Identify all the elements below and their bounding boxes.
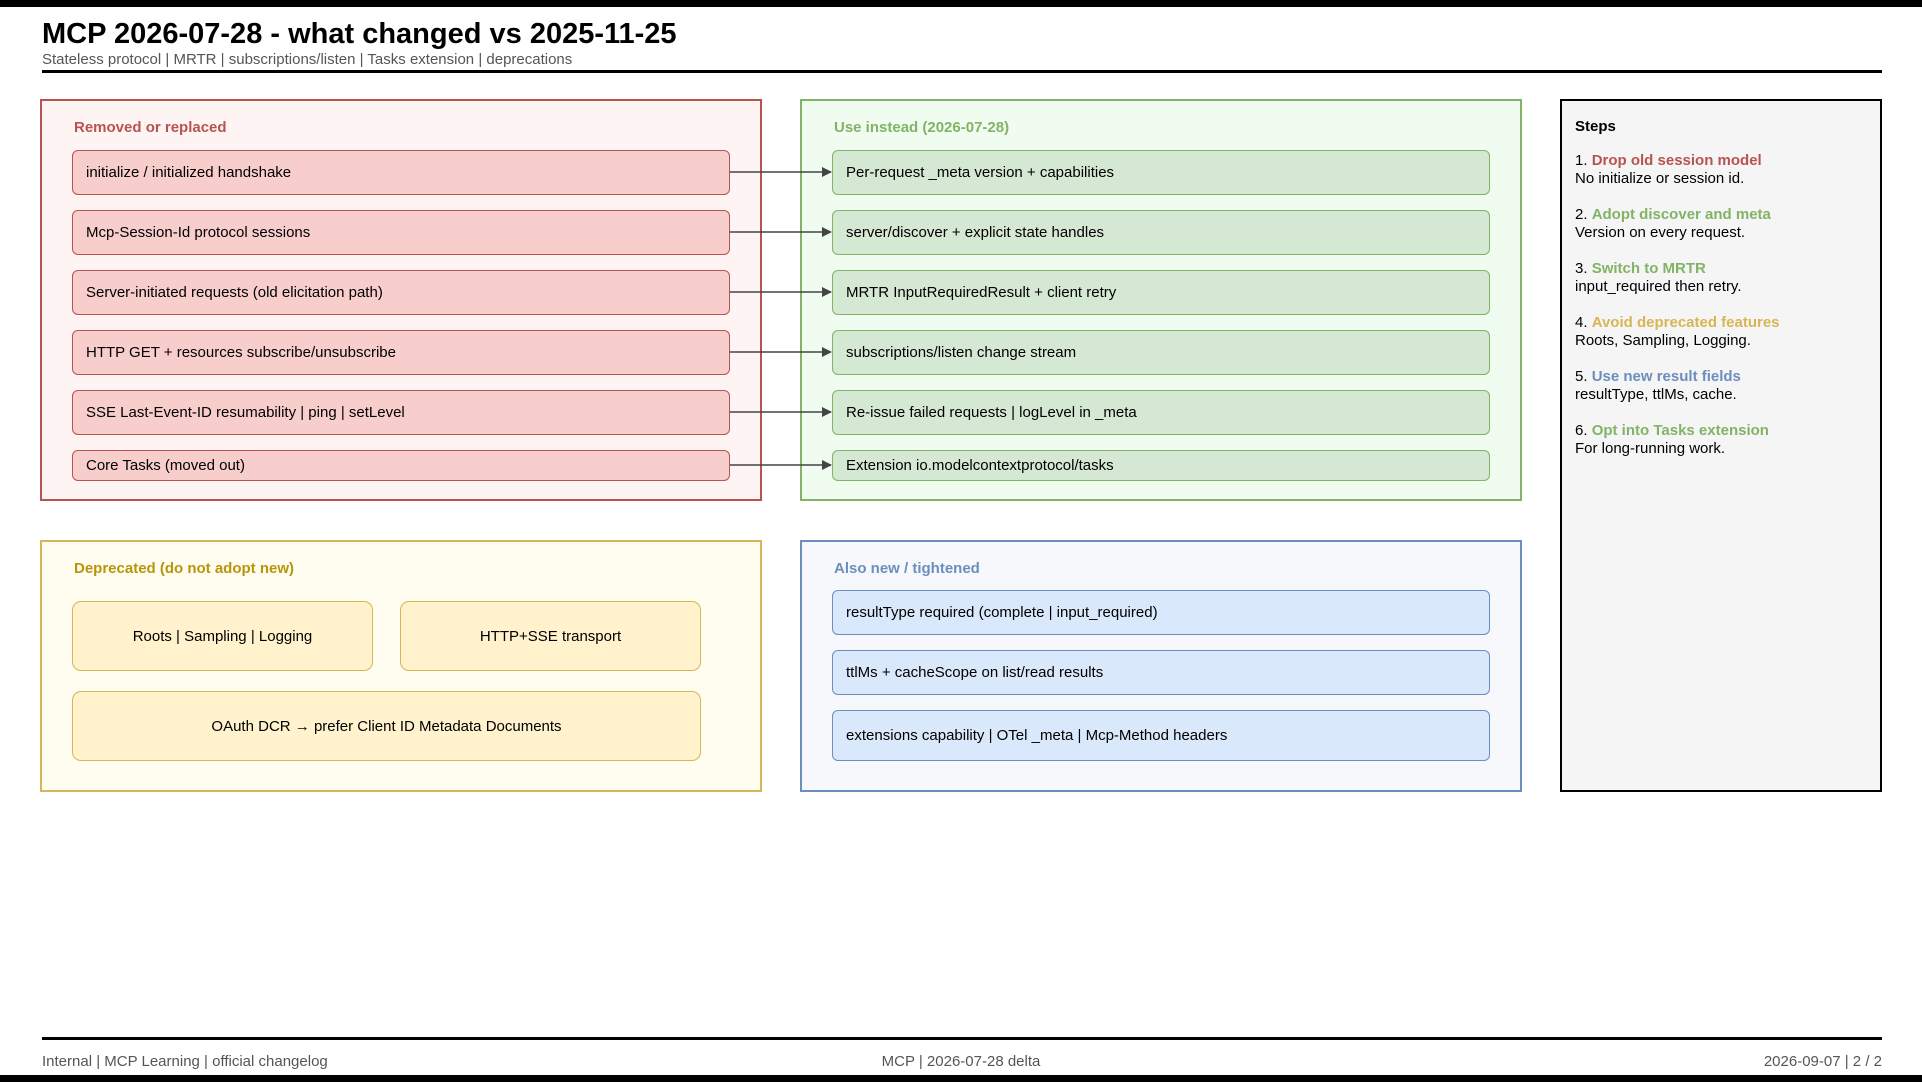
step-body: resultType, ttlMs, cache. bbox=[1575, 386, 1737, 403]
step-number: 6. bbox=[1575, 422, 1588, 439]
footer-right: 2026-09-07 | 2 / 2 bbox=[1763, 1053, 1882, 1070]
step-number: 3. bbox=[1575, 260, 1588, 277]
step-body: Version on every request. bbox=[1575, 224, 1746, 241]
step-item: 6. Opt into Tasks extension For long-run… bbox=[1575, 422, 1769, 458]
footer-center: MCP | 2026-07-28 delta bbox=[881, 1053, 1041, 1070]
footer-divider bbox=[42, 1037, 1882, 1040]
step-number: 2. bbox=[1575, 206, 1588, 223]
step-body: No initialize or session id. bbox=[1575, 170, 1745, 187]
deprecated-item: Roots | Sampling | Logging bbox=[72, 601, 373, 671]
step-item: 3. Switch to MRTR input_required then re… bbox=[1575, 260, 1742, 296]
step-item: 4. Avoid deprecated features Roots, Samp… bbox=[1575, 314, 1780, 350]
deprecated-item: OAuth DCR → prefer Client ID Metadata Do… bbox=[72, 691, 701, 761]
step-item: 5. Use new result fields resultType, ttl… bbox=[1575, 368, 1741, 404]
new-item: extensions capability | OTel _meta | Mcp… bbox=[832, 710, 1490, 761]
deprecated-panel-label: Deprecated (do not adopt new) bbox=[74, 560, 295, 577]
step-item: 1. Drop old session model No initialize … bbox=[1575, 152, 1762, 188]
step-heading: Use new result fields bbox=[1591, 368, 1741, 385]
bottom-border bbox=[0, 1075, 1922, 1082]
step-body: input_required then retry. bbox=[1575, 278, 1742, 295]
step-body: For long-running work. bbox=[1575, 440, 1726, 457]
step-heading: Opt into Tasks extension bbox=[1591, 422, 1769, 439]
step-number: 1. bbox=[1575, 152, 1588, 169]
new-item: resultType required (complete | input_re… bbox=[832, 590, 1490, 635]
step-heading: Avoid deprecated features bbox=[1591, 314, 1780, 331]
deprecated-item: HTTP+SSE transport bbox=[400, 601, 701, 671]
step-heading: Drop old session model bbox=[1591, 152, 1762, 169]
new-item: ttlMs + cacheScope on list/read results bbox=[832, 650, 1490, 695]
step-heading: Switch to MRTR bbox=[1591, 260, 1706, 277]
step-number: 5. bbox=[1575, 368, 1588, 385]
step-body: Roots, Sampling, Logging. bbox=[1575, 332, 1751, 349]
steps-title: Steps bbox=[1575, 118, 1616, 135]
step-number: 4. bbox=[1575, 314, 1588, 331]
step-item: 2. Adopt discover and meta Version on ev… bbox=[1575, 206, 1771, 242]
step-heading: Adopt discover and meta bbox=[1591, 206, 1771, 223]
also-new-panel-label: Also new / tightened bbox=[834, 560, 980, 577]
